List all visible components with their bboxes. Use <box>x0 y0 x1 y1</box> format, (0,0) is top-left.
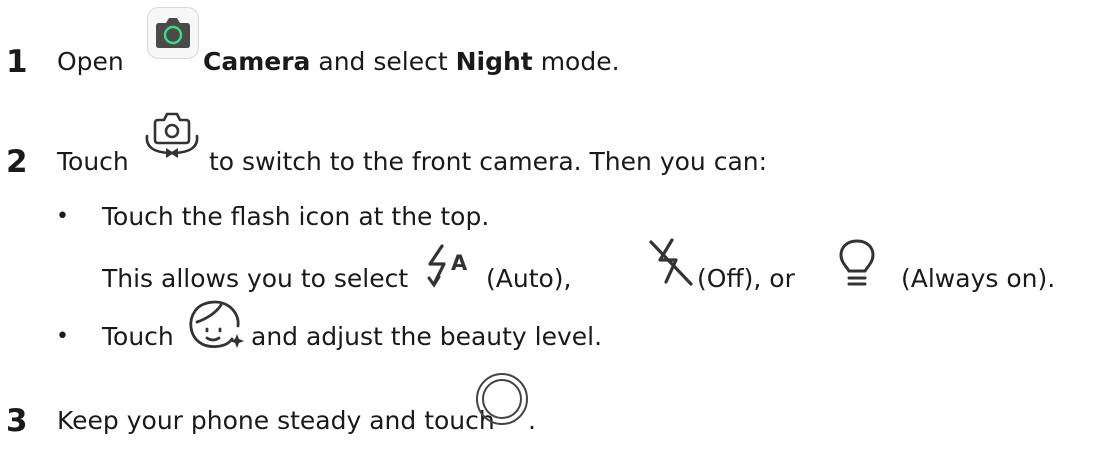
step-1-number: 1 <box>6 44 28 80</box>
step-2-number: 2 <box>6 144 28 180</box>
step-3-number: 3 <box>6 403 28 439</box>
flash-auto-icon: A <box>424 240 484 290</box>
beauty-face-icon <box>186 297 248 355</box>
flash-auto-label: (Auto), <box>486 264 572 293</box>
step-1-text-end: mode. <box>540 47 620 76</box>
shutter-icon <box>474 371 530 427</box>
svg-text:A: A <box>451 251 468 275</box>
flash-always-on-label: (Always on). <box>901 264 1056 293</box>
camera-app-name: Camera <box>203 47 311 76</box>
substep-beauty-text-after: and adjust the beauty level. <box>251 322 603 351</box>
step-3-text-after: . <box>528 406 536 435</box>
step-1-text-open: Open <box>57 47 124 76</box>
bullet: • <box>56 204 69 229</box>
flash-off-label: (Off), or <box>697 264 795 293</box>
night-mode-name: Night <box>455 47 533 76</box>
bulb-icon <box>836 236 878 290</box>
step-2-text-after: to switch to the front camera. Then you … <box>209 147 768 176</box>
bullet: • <box>56 324 69 349</box>
step-1-text-mid: and select <box>318 47 448 76</box>
camera-app-icon <box>146 6 200 60</box>
flash-off-icon <box>645 234 697 290</box>
switch-camera-icon <box>138 108 206 164</box>
step-1-text-rest: Camera and select Night mode. <box>203 47 620 77</box>
step-2-text-before: Touch <box>57 147 129 176</box>
step-3-text-before: Keep your phone steady and touch <box>57 406 495 435</box>
flash-options-intro: This allows you to select <box>102 264 409 293</box>
substep-beauty-text-before: Touch <box>102 322 174 351</box>
substep-flash-text: Touch the flash icon at the top. <box>102 202 490 231</box>
